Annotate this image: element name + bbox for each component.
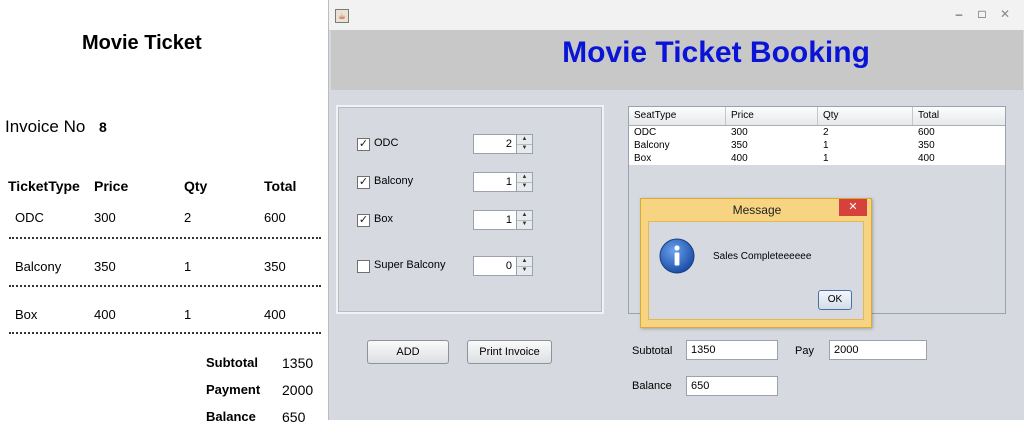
subtotal-field[interactable]: 1350 [686,340,778,360]
invoice-cell-price: 400 [94,307,116,322]
odc-label: ODC [374,137,399,149]
pay-label: Pay [795,345,814,357]
super-balcony-qty-spinner[interactable]: 0 ▲ ▼ [473,256,533,276]
invoice-balance-value: 650 [282,409,306,425]
box-checkbox[interactable]: ✓ [357,214,370,227]
spinner-buttons: ▲ ▼ [516,173,532,191]
balcony-label: Balcony [374,175,414,187]
invoice-cell-price: 300 [94,210,116,225]
balance-field[interactable]: 650 [686,376,778,396]
window-close-button[interactable]: ✕ [995,6,1015,22]
subtotal-label: Subtotal [632,345,673,357]
cell-total: 400 [918,153,935,164]
spinner-buttons: ▲ ▼ [516,211,532,229]
box-label: Box [374,213,393,225]
info-icon [659,238,695,274]
invoice-cell-price: 350 [94,259,116,274]
minimize-button[interactable]: – [949,6,969,22]
cell-price: 300 [731,127,748,138]
table-row[interactable]: Balcony 350 1 350 [629,139,1005,152]
invoice-header-total: Total [264,178,297,194]
cell-price: 350 [731,140,748,151]
cell-total: 350 [918,140,935,151]
invoice-payment-label: Payment [206,382,261,397]
table-row[interactable]: ODC 300 2 600 [629,126,1005,139]
balcony-qty-spinner[interactable]: 1 ▲ ▼ [473,172,533,192]
dialog-ok-button[interactable]: OK [818,290,852,310]
invoice-cell-qty: 1 [184,307,192,322]
invoice-payment-value: 2000 [282,382,314,398]
print-invoice-button[interactable]: Print Invoice [467,340,552,364]
invoice-balance-label: Balance [206,409,256,424]
message-dialog: Message ✕ Sales Completeeeeee OK [640,198,872,328]
invoice-cell-qty: 2 [184,210,192,225]
super-balcony-checkbox[interactable] [357,260,370,273]
odc-qty-value: 2 [505,138,512,150]
cell-qty: 1 [823,153,829,164]
cell-qty: 1 [823,140,829,151]
column-header-qty[interactable]: Qty [818,107,913,125]
balcony-qty-value: 1 [505,176,512,188]
window-titlebar[interactable]: ☕ – □ ✕ [329,0,1024,31]
spinner-buttons: ▲ ▼ [516,257,532,275]
cell-seattype: Balcony [634,140,670,151]
odc-qty-spinner[interactable]: 2 ▲ ▼ [473,134,533,154]
table-header: SeatType Price Qty Total [629,107,1005,126]
super-balcony-qty-value: 0 [505,260,512,272]
balance-label: Balance [632,380,672,392]
spinner-down-icon[interactable]: ▼ [517,220,532,229]
invoice-no-value: 8 [99,119,107,135]
java-app-icon: ☕ [335,9,349,23]
dialog-message: Sales Completeeeeee [713,251,812,262]
spinner-down-icon[interactable]: ▼ [517,182,532,191]
table-row[interactable]: Box 400 1 400 [629,152,1005,165]
spinner-down-icon[interactable]: ▼ [517,266,532,275]
invoice-panel: Movie Ticket Invoice No 8 TicketType Pri… [0,0,326,446]
invoice-cell-type: ODC [15,210,44,225]
box-qty-spinner[interactable]: 1 ▲ ▼ [473,210,533,230]
dialog-content: Sales Completeeeeee OK [648,221,864,320]
invoice-subtotal-value: 1350 [282,355,314,371]
column-header-price[interactable]: Price [726,107,818,125]
dialog-close-icon[interactable]: ✕ [839,199,867,216]
invoice-no-label: Invoice No [5,117,86,136]
box-qty-value: 1 [505,214,512,226]
invoice-divider [9,332,321,334]
spinner-buttons: ▲ ▼ [516,135,532,153]
cell-seattype: ODC [634,127,657,138]
invoice-header-qty: Qty [184,178,208,194]
maximize-button[interactable]: □ [972,6,992,22]
balcony-checkbox[interactable]: ✓ [357,176,370,189]
invoice-cell-qty: 1 [184,259,192,274]
invoice-cell-total: 400 [264,307,286,322]
pay-field[interactable]: 2000 [829,340,927,360]
invoice-subtotal-label: Subtotal [206,355,258,370]
invoice-header-price: Price [94,178,129,194]
column-header-total[interactable]: Total [913,107,1005,125]
odc-checkbox[interactable]: ✓ [357,138,370,151]
invoice-divider [9,237,321,239]
invoice-divider [9,285,321,287]
invoice-cell-total: 600 [264,210,286,225]
column-header-seattype[interactable]: SeatType [629,107,726,125]
invoice-cell-type: Box [15,307,38,322]
table-body: ODC 300 2 600 Balcony 350 1 350 Box 400 … [629,126,1005,165]
invoice-header-tickettype: TicketType [8,178,80,194]
cell-qty: 2 [823,127,829,138]
cell-total: 600 [918,127,935,138]
invoice-cell-type: Balcony [15,259,62,274]
invoice-cell-total: 350 [264,259,286,274]
cell-price: 400 [731,153,748,164]
super-balcony-label: Super Balcony [374,259,446,271]
add-button[interactable]: ADD [367,340,449,364]
cell-seattype: Box [634,153,652,164]
app-title-text: Movie Ticket Booking [562,36,870,69]
spinner-down-icon[interactable]: ▼ [517,144,532,153]
invoice-title: Movie Ticket [82,32,202,54]
app-title: Movie Ticket Booking [326,36,1024,70]
